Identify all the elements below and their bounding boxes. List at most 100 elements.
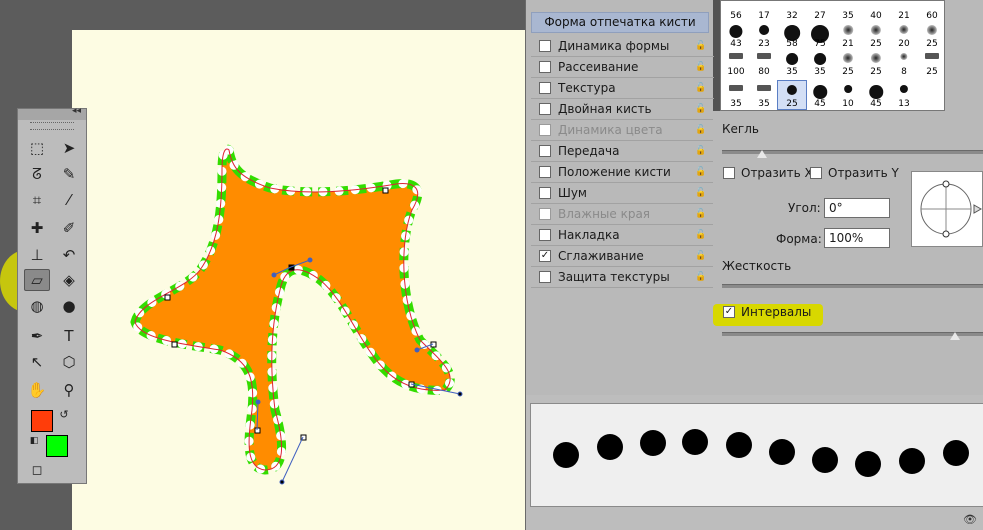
- lock-icon[interactable]: 🔓: [695, 83, 707, 93]
- eraser-icon[interactable]: ▱: [24, 269, 50, 291]
- blur-icon[interactable]: ◍: [24, 295, 50, 317]
- brush-preset[interactable]: 45: [806, 81, 834, 109]
- clone-stamp-icon[interactable]: ⊥: [24, 244, 50, 266]
- brush-preset[interactable]: 35: [806, 49, 834, 77]
- lock-icon[interactable]: 🔓: [695, 251, 707, 261]
- lock-icon[interactable]: 🔓: [695, 62, 707, 72]
- brush-preset[interactable]: 21: [890, 0, 918, 21]
- brush-option-checkbox[interactable]: [539, 82, 551, 94]
- brush-preset[interactable]: 27: [806, 0, 834, 21]
- brush-preset[interactable]: 17: [750, 0, 778, 21]
- flip-y-checkbox[interactable]: [810, 167, 822, 179]
- brush-option-checkbox[interactable]: [539, 208, 551, 220]
- flip-x-checkbox[interactable]: [723, 167, 735, 179]
- path-select-icon[interactable]: ↖: [24, 351, 50, 373]
- rect-marquee-icon[interactable]: ⬚: [24, 137, 50, 159]
- lock-icon[interactable]: 🔓: [695, 41, 707, 51]
- eyedropper-icon[interactable]: ⁄: [56, 189, 82, 211]
- brush-preset[interactable]: 60: [918, 0, 946, 21]
- brush-preset[interactable]: 35: [750, 81, 778, 109]
- brush-option-checkbox[interactable]: [539, 124, 551, 136]
- brush-option-checkbox[interactable]: [539, 229, 551, 241]
- lock-icon[interactable]: 🔓: [695, 146, 707, 156]
- quick-select-icon[interactable]: ✎: [56, 163, 82, 185]
- brush-option-row[interactable]: Положение кисти 🔓: [531, 162, 714, 183]
- lock-icon[interactable]: 🔓: [695, 272, 707, 282]
- lock-icon[interactable]: 🔓: [695, 209, 707, 219]
- brush-preset[interactable]: 35: [778, 49, 806, 77]
- move-icon[interactable]: ➤: [56, 137, 82, 159]
- spacing-slider-track[interactable]: [722, 332, 983, 336]
- lock-icon[interactable]: 🔓: [695, 188, 707, 198]
- brush-option-row[interactable]: Двойная кисть 🔓: [531, 99, 714, 120]
- zoom-icon[interactable]: ⚲: [56, 379, 82, 401]
- brush-preset[interactable]: 10: [834, 81, 862, 109]
- brush-option-row[interactable]: Динамика формы 🔓: [531, 36, 714, 57]
- brush-option-row[interactable]: Текстура 🔓: [531, 78, 714, 99]
- brush-preset[interactable]: 25: [862, 21, 890, 49]
- brush-option-checkbox[interactable]: [539, 145, 551, 157]
- pen-icon[interactable]: ✒: [24, 325, 50, 347]
- brush-preset[interactable]: 40: [862, 0, 890, 21]
- background-color-swatch[interactable]: [46, 435, 68, 457]
- lock-icon[interactable]: 🔓: [695, 230, 707, 240]
- brush-preset[interactable]: 8: [890, 49, 918, 77]
- brush-tip-shape-tab[interactable]: Форма отпечатка кисти: [531, 12, 709, 33]
- brush-option-row[interactable]: Шум 🔓: [531, 183, 714, 204]
- type-icon[interactable]: T: [56, 325, 82, 347]
- lasso-icon[interactable]: ᘔ: [24, 163, 50, 185]
- brush-preset[interactable]: 35: [722, 81, 750, 109]
- brush-option-checkbox[interactable]: ✓: [539, 250, 551, 262]
- brush-preset[interactable]: 25: [777, 80, 807, 110]
- brush-preset[interactable]: 56: [722, 0, 750, 21]
- brush-icon[interactable]: ✐: [56, 217, 82, 239]
- swap-colors-icon[interactable]: ↺: [56, 407, 72, 421]
- brush-preset[interactable]: 20: [890, 21, 918, 49]
- angle-roundness-widget[interactable]: [911, 171, 983, 247]
- crop-icon[interactable]: ⌗: [24, 189, 50, 211]
- toolbox-grip[interactable]: [30, 122, 74, 130]
- paint-bucket-icon[interactable]: ◈: [56, 269, 82, 291]
- spacing-checkbox[interactable]: ✓: [723, 306, 735, 318]
- foreground-color-swatch[interactable]: [31, 410, 53, 432]
- brush-preset[interactable]: 21: [834, 21, 862, 49]
- brush-option-checkbox[interactable]: [539, 271, 551, 283]
- brush-option-row[interactable]: Накладка 🔓: [531, 225, 714, 246]
- brush-preset[interactable]: 45: [862, 81, 890, 109]
- brush-option-row[interactable]: ✓ Сглаживание 🔓: [531, 246, 714, 267]
- brush-preset[interactable]: 13: [890, 81, 918, 109]
- size-slider-thumb[interactable]: [757, 150, 767, 158]
- brush-preset[interactable]: 100: [722, 49, 750, 77]
- angle-input[interactable]: 0°: [824, 198, 890, 218]
- default-colors-icon[interactable]: ◧: [27, 435, 41, 447]
- toolbox-header[interactable]: ◂◂: [18, 106, 86, 120]
- brush-preset[interactable]: 80: [750, 49, 778, 77]
- brush-preset[interactable]: 25: [918, 49, 946, 77]
- shape-icon[interactable]: ⬡: [56, 351, 82, 373]
- brush-preset[interactable]: 23: [750, 21, 778, 49]
- brush-option-checkbox[interactable]: [539, 166, 551, 178]
- brush-preset[interactable]: 58: [778, 21, 806, 49]
- roundness-input[interactable]: 100%: [824, 228, 890, 248]
- history-brush-icon[interactable]: ↶: [56, 244, 82, 266]
- lock-icon[interactable]: 🔓: [695, 167, 707, 177]
- dodge-icon[interactable]: ●: [56, 295, 82, 317]
- brush-option-checkbox[interactable]: [539, 187, 551, 199]
- brush-option-row[interactable]: Влажные края 🔓: [531, 204, 714, 225]
- brush-preset[interactable]: 25: [862, 49, 890, 77]
- brush-preset[interactable]: 75: [806, 21, 834, 49]
- angle-circle-icon[interactable]: [912, 172, 983, 246]
- hand-icon[interactable]: ✋: [24, 379, 50, 401]
- hardness-slider-track[interactable]: [722, 284, 983, 288]
- brush-option-row[interactable]: Передача 🔓: [531, 141, 714, 162]
- brush-option-row[interactable]: Защита текстуры 🔓: [531, 267, 714, 288]
- brush-option-row[interactable]: Динамика цвета 🔓: [531, 120, 714, 141]
- brush-option-checkbox[interactable]: [539, 61, 551, 73]
- quick-mask-icon[interactable]: ◻: [24, 459, 50, 481]
- brush-preset[interactable]: 43: [722, 21, 750, 49]
- new-brush-icon[interactable]: 👁: [963, 513, 977, 526]
- lock-icon[interactable]: 🔓: [695, 125, 707, 135]
- spacing-slider-thumb[interactable]: [950, 332, 960, 340]
- collapse-icon[interactable]: ◂◂: [72, 106, 81, 116]
- brush-preset[interactable]: 25: [834, 49, 862, 77]
